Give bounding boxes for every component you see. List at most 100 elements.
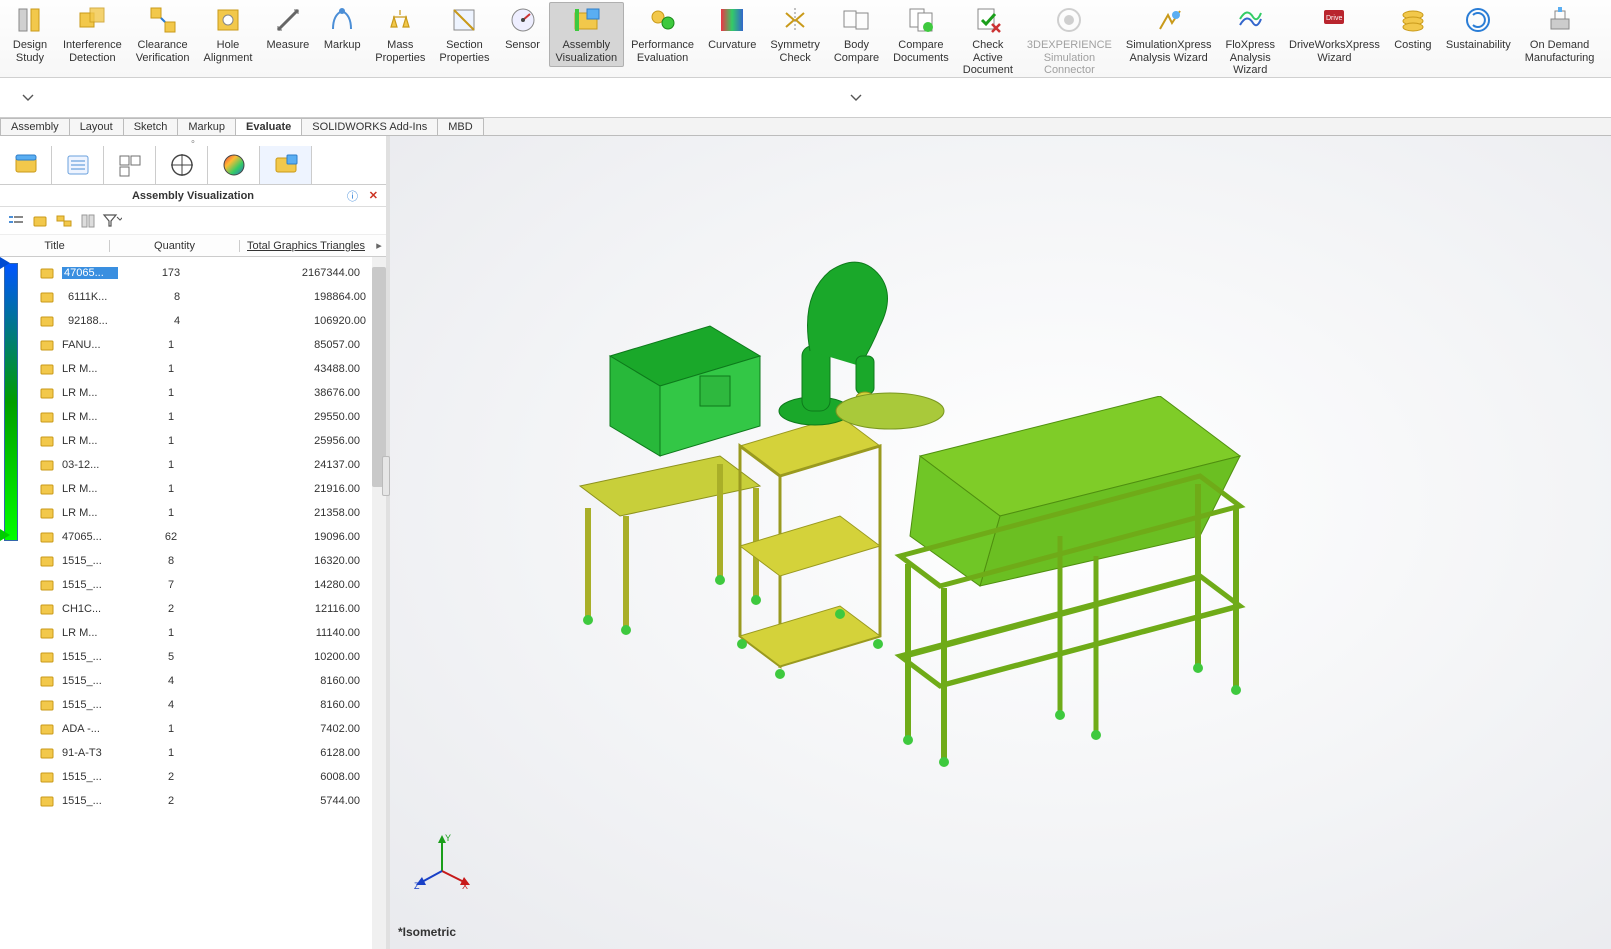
- column-title[interactable]: Title: [0, 240, 110, 252]
- table-row[interactable]: CH1C...212116.00: [38, 597, 386, 621]
- tab-mbd[interactable]: MBD: [437, 118, 483, 135]
- displaymanager-tab-icon[interactable]: [208, 146, 260, 184]
- ribbon-compare-documents[interactable]: Compare Documents: [886, 2, 956, 67]
- ribbon-performance-evaluation[interactable]: Performance Evaluation: [624, 2, 701, 67]
- column-triangles[interactable]: Total Graphics Triangles: [240, 240, 372, 252]
- ribbon-interference-detection[interactable]: Interference Detection: [56, 2, 129, 67]
- filter-icon[interactable]: [102, 211, 122, 231]
- configurationmanager-tab-icon[interactable]: [104, 146, 156, 184]
- ribbon-floxpress[interactable]: FloXpress Analysis Wizard: [1218, 2, 1282, 80]
- table-row[interactable]: 92188...4106920.00: [38, 309, 386, 333]
- ribbon-design-study[interactable]: Design Study: [4, 2, 56, 67]
- part-icon[interactable]: [30, 211, 50, 231]
- table-row[interactable]: LR M...138676.00: [38, 381, 386, 405]
- panel-grip-icon[interactable]: ∘: [0, 136, 386, 146]
- gradient-bottom-handle-icon[interactable]: [0, 529, 10, 541]
- ribbon-curvature[interactable]: Curvature: [701, 2, 763, 55]
- close-icon[interactable]: ✕: [369, 189, 378, 202]
- ribbon-body-compare[interactable]: Body Compare: [827, 2, 886, 67]
- row-quantity: 4: [124, 315, 230, 327]
- ribbon-measure[interactable]: Measure: [259, 2, 316, 55]
- tab-solidworks-add-ins[interactable]: SOLIDWORKS Add-Ins: [301, 118, 438, 135]
- ribbon-assembly-visualization[interactable]: Assembly Visualization: [549, 2, 625, 67]
- orientation-triad-icon[interactable]: Y X Z: [412, 831, 472, 891]
- panel-option-toolbar: [0, 207, 386, 235]
- ribbon-on-demand-manufacturing[interactable]: On Demand Manufacturing: [1518, 2, 1602, 67]
- ribbon-label: Sensor: [505, 39, 540, 52]
- scroll-thumb[interactable]: [372, 267, 386, 487]
- table-row[interactable]: LR M...111140.00: [38, 621, 386, 645]
- ribbon-costing[interactable]: Costing: [1387, 2, 1439, 55]
- table-row[interactable]: LR M...143488.00: [38, 357, 386, 381]
- workspace: ∘ Assembly Visualization ⓘ: [0, 136, 1611, 949]
- ribbon-sustainability[interactable]: Sustainability: [1439, 2, 1518, 55]
- column-quantity[interactable]: Quantity: [110, 240, 240, 252]
- table-row[interactable]: 1515_...48160.00: [38, 693, 386, 717]
- table-row[interactable]: 1515_...25744.00: [38, 789, 386, 813]
- row-title: 6111K...: [68, 291, 124, 303]
- propertymanager-tab-icon[interactable]: [52, 146, 104, 184]
- tab-markup[interactable]: Markup: [177, 118, 236, 135]
- ribbon-label: Curvature: [708, 39, 756, 52]
- performance-icon[interactable]: [78, 211, 98, 231]
- floxpress-icon: [1235, 5, 1265, 35]
- column-add-icon[interactable]: ▸: [372, 239, 386, 252]
- featuremanager-tab-icon[interactable]: [0, 146, 52, 184]
- vertical-scrollbar[interactable]: [372, 257, 386, 949]
- gradient-top-handle-icon[interactable]: [0, 257, 10, 269]
- assembly-visualization-tab-icon[interactable]: [260, 146, 312, 184]
- table-row[interactable]: LR M...121916.00: [38, 477, 386, 501]
- graphics-viewport[interactable]: Y X Z *Isometric: [390, 136, 1611, 949]
- tab-evaluate[interactable]: Evaluate: [235, 118, 302, 135]
- row-title: 1515_...: [62, 579, 118, 591]
- table-row[interactable]: 1515_...510200.00: [38, 645, 386, 669]
- ribbon-dropdown-left-icon[interactable]: [22, 92, 34, 104]
- ribbon-driveworksxpress[interactable]: DriveDriveWorksXpress Wizard: [1282, 2, 1387, 67]
- ribbon-hole-alignment[interactable]: Hole Alignment: [197, 2, 260, 67]
- table-row[interactable]: 6111K...8198864.00: [38, 285, 386, 309]
- row-title: LR M...: [62, 363, 118, 375]
- table-row[interactable]: 47065...6219096.00: [38, 525, 386, 549]
- ribbon-check-active-document[interactable]: Check Active Document: [956, 2, 1020, 80]
- table-row[interactable]: 03-12...124137.00: [38, 453, 386, 477]
- simulationxpress-icon: [1154, 5, 1184, 35]
- ribbon-label: Sustainability: [1446, 39, 1511, 52]
- ribbon-section-properties[interactable]: Section Properties: [432, 2, 496, 67]
- panel-splitter-handle[interactable]: [382, 456, 390, 496]
- table-row[interactable]: 1515_...48160.00: [38, 669, 386, 693]
- tab-layout[interactable]: Layout: [69, 118, 124, 135]
- row-quantity: 1: [118, 483, 224, 495]
- svg-text:X: X: [462, 881, 468, 891]
- row-title: 1515_...: [62, 555, 118, 567]
- table-row[interactable]: FANU...185057.00: [38, 333, 386, 357]
- table-row[interactable]: 91-A-T316128.00: [38, 741, 386, 765]
- table-row[interactable]: 1515_...714280.00: [38, 573, 386, 597]
- ribbon-label: DriveWorksXpress Wizard: [1289, 39, 1380, 64]
- ribbon-mass-properties[interactable]: Mass Properties: [368, 2, 432, 67]
- table-row[interactable]: ADA -...17402.00: [38, 717, 386, 741]
- ribbon-symmetry-check[interactable]: Symmetry Check: [763, 2, 827, 67]
- color-gradient-bar[interactable]: [4, 263, 18, 541]
- table-row[interactable]: LR M...125956.00: [38, 429, 386, 453]
- table-row[interactable]: 1515_...26008.00: [38, 765, 386, 789]
- tab-sketch[interactable]: Sketch: [123, 118, 179, 135]
- ribbon-dropdown-right-icon[interactable]: [850, 92, 862, 104]
- grouped-icon[interactable]: [54, 211, 74, 231]
- table-row[interactable]: LR M...121358.00: [38, 501, 386, 525]
- flat-nested-toggle-icon[interactable]: [6, 211, 26, 231]
- help-icon[interactable]: ⓘ: [347, 188, 358, 204]
- ribbon-sensor[interactable]: Sensor: [497, 2, 549, 55]
- row-quantity: 8: [124, 291, 230, 303]
- row-triangles: 25956.00: [224, 435, 372, 447]
- table-row[interactable]: 1515_...816320.00: [38, 549, 386, 573]
- ribbon-markup[interactable]: Markup: [316, 2, 368, 55]
- ribbon-simulationxpress[interactable]: SimulationXpress Analysis Wizard: [1119, 2, 1219, 67]
- tab-assembly[interactable]: Assembly: [0, 118, 70, 135]
- clearance-verification-icon: [148, 5, 178, 35]
- table-row[interactable]: 47065...1732167344.00: [38, 261, 386, 285]
- measure-icon: [273, 5, 303, 35]
- table-row[interactable]: LR M...129550.00: [38, 405, 386, 429]
- row-triangles: 2167344.00: [224, 267, 372, 279]
- ribbon-clearance-verification[interactable]: Clearance Verification: [129, 2, 197, 67]
- dimxpertmanager-tab-icon[interactable]: [156, 146, 208, 184]
